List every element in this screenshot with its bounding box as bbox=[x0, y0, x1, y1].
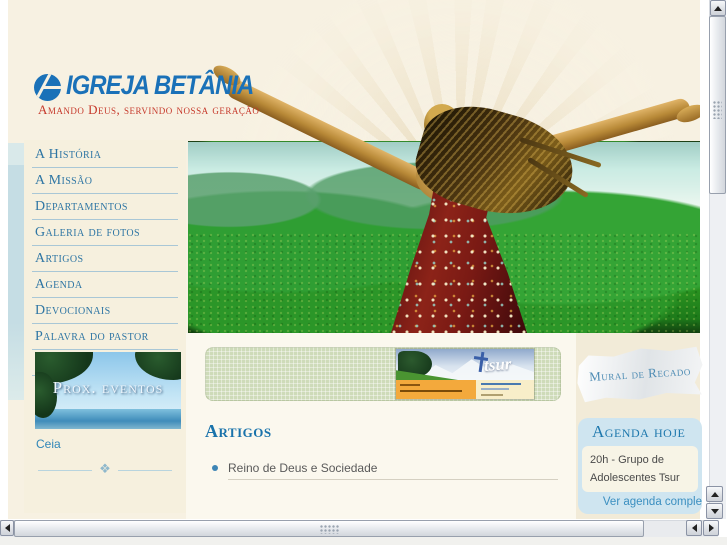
vertical-scrollbar-thumb[interactable] bbox=[709, 16, 726, 194]
horizontal-scrollbar-thumb[interactable] bbox=[14, 520, 644, 537]
site-tagline: Amando Deus, servindo nossa geração bbox=[38, 102, 260, 117]
logo-globe-icon bbox=[34, 74, 61, 101]
scroll-up-button[interactable] bbox=[710, 0, 726, 16]
site-title: Igreja Betânia bbox=[66, 70, 254, 100]
message-board-label: Mural de Recado bbox=[588, 362, 692, 385]
scroll-right-button[interactable] bbox=[703, 520, 719, 536]
site-logo[interactable]: Igreja Betânia Amando Deus, servindo nos… bbox=[30, 68, 259, 120]
menu-item-missao[interactable]: A Missão bbox=[32, 168, 178, 194]
arrow-left-icon bbox=[4, 524, 10, 532]
tsur-ad-banner[interactable]: tsur bbox=[396, 349, 534, 399]
beach-sea bbox=[35, 409, 181, 429]
scroll-left-button[interactable] bbox=[0, 520, 14, 536]
event-link-ceia[interactable]: Ceia bbox=[36, 437, 61, 451]
arrow-up-icon bbox=[710, 491, 719, 497]
main-menu: A História A Missão Departamentos Galeri… bbox=[24, 140, 186, 376]
arrow-down-icon bbox=[710, 508, 719, 514]
tsur-logo-text: tsur bbox=[483, 354, 513, 375]
scrollbar-grip-icon bbox=[713, 101, 722, 119]
top-banner: tsur bbox=[205, 347, 561, 401]
arrow-up-icon bbox=[714, 5, 722, 11]
scroll-left-button-right[interactable] bbox=[686, 520, 702, 536]
bullet-icon bbox=[212, 465, 218, 471]
palm-tree-icon bbox=[135, 352, 181, 380]
menu-item-agenda[interactable]: Agenda bbox=[32, 272, 178, 298]
tsur-cream-panel bbox=[476, 380, 534, 399]
tsur-orange-panel bbox=[396, 380, 476, 399]
menu-item-palavra-do-pastor[interactable]: Palavra do pastor bbox=[32, 324, 178, 350]
agenda-today-box: Agenda hoje 20h - Grupo de Adolescentes … bbox=[578, 418, 702, 514]
ornament-icon: ❖ bbox=[92, 460, 118, 478]
menu-item-artigos[interactable]: Artigos bbox=[32, 246, 178, 272]
menu-item-departamentos[interactable]: Departamentos bbox=[32, 194, 178, 220]
menu-item-historia[interactable]: A História bbox=[32, 142, 178, 168]
left-accent-strip bbox=[8, 143, 24, 400]
hero-image bbox=[188, 0, 700, 333]
scroll-down-button[interactable] bbox=[706, 503, 723, 519]
articles-heading: Artigos bbox=[205, 421, 272, 441]
menu-item-devocionais[interactable]: Devocionais bbox=[32, 298, 178, 324]
next-events-banner[interactable]: Prox. eventos bbox=[35, 352, 181, 429]
agenda-heading: Agenda hoje bbox=[592, 422, 686, 441]
agenda-entry: 20h - Grupo de Adolescentes Tsur bbox=[582, 446, 698, 492]
arrow-left-icon bbox=[691, 524, 697, 532]
browser-viewport: Igreja Betânia Amando Deus, servindo nos… bbox=[0, 0, 727, 545]
next-events-label: Prox. eventos bbox=[52, 378, 164, 397]
menu-item-galeria[interactable]: Galeria de fotos bbox=[32, 220, 178, 246]
arrow-right-icon bbox=[708, 524, 714, 532]
article-divider bbox=[228, 479, 558, 480]
article-title: Reino de Deus e Sociedade bbox=[228, 461, 378, 475]
window-bottom-strip bbox=[0, 537, 727, 545]
scrollbar-grip-icon bbox=[320, 525, 340, 534]
sidebar: A História A Missão Departamentos Galeri… bbox=[24, 140, 186, 513]
agenda-full-link[interactable]: Ver agenda comple bbox=[578, 496, 702, 508]
scroll-up-button-bottom[interactable] bbox=[706, 486, 723, 502]
